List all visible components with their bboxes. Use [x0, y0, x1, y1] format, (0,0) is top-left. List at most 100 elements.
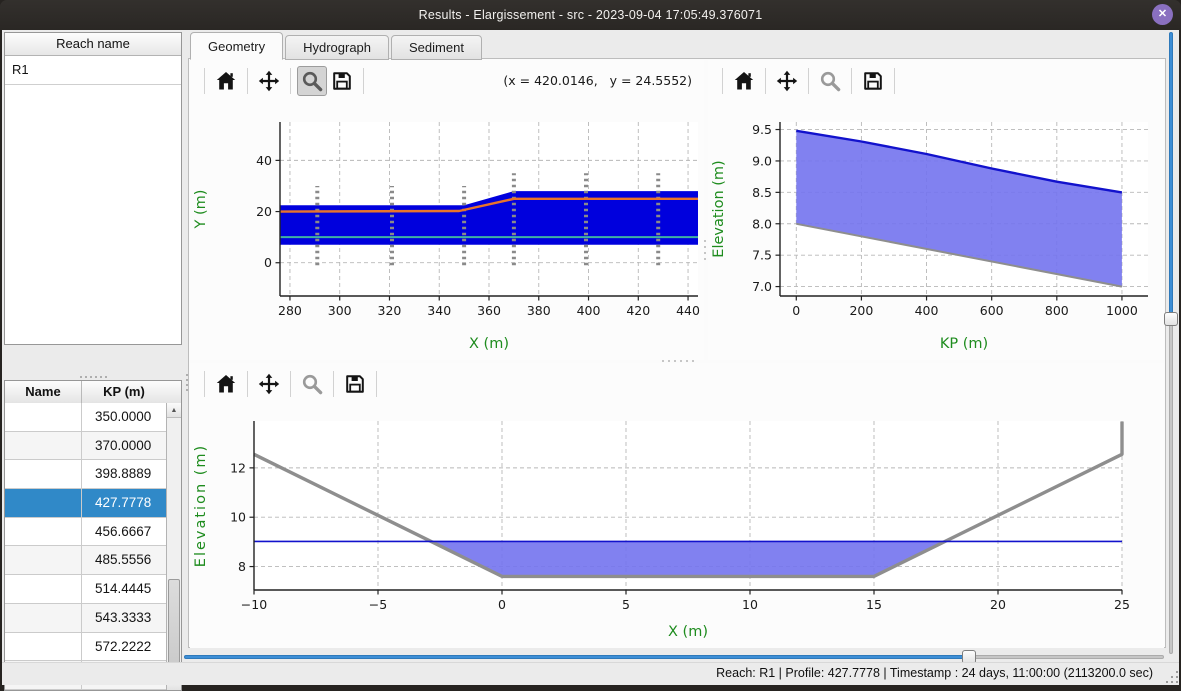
svg-text:0: 0 [264, 255, 272, 270]
table-row[interactable]: 350.0000 [5, 403, 166, 432]
pan-button[interactable] [254, 66, 284, 96]
cursor-coordinates: (x = 420.0146, y = 24.5552) [503, 60, 692, 102]
name-cell[interactable] [5, 460, 82, 488]
save-button[interactable] [858, 66, 888, 96]
name-cell[interactable] [5, 604, 82, 632]
kp-cell[interactable]: 543.3333 [82, 604, 166, 632]
svg-text:9.5: 9.5 [752, 122, 772, 137]
x-axis-label: KP (m) [940, 336, 988, 352]
plan-view-canvas[interactable]: 28030032034036038040042044002040X (m)Y (… [190, 102, 704, 358]
table-row[interactable]: 427.7778 [5, 489, 166, 518]
svg-text:1000: 1000 [1106, 303, 1138, 318]
svg-text:600: 600 [980, 303, 1004, 318]
kp-cell[interactable]: 427.7778 [82, 489, 166, 517]
profile-toolbar [708, 60, 1164, 102]
profile-table-scrollbar[interactable]: ▲ ▼ [166, 403, 181, 690]
long-profile-canvas[interactable]: 020040060080010007.07.58.08.59.09.5KP (m… [708, 102, 1162, 358]
resize-grip[interactable] [1166, 671, 1178, 683]
home-button[interactable] [211, 66, 241, 96]
zoom-button[interactable] [815, 66, 845, 96]
profile-slider-handle[interactable] [1164, 312, 1178, 326]
name-cell[interactable] [5, 518, 82, 546]
svg-text:9.0: 9.0 [752, 153, 772, 168]
svg-text:360: 360 [477, 303, 501, 318]
zoom-button[interactable] [297, 66, 327, 96]
cross-section-canvas[interactable]: −10−5051015202581012X (m)Elevation (m) [190, 405, 1162, 646]
kp-cell[interactable]: 350.0000 [82, 403, 166, 431]
profile-slider[interactable] [1164, 32, 1178, 654]
column-header-name[interactable]: Name [5, 381, 82, 403]
svg-text:25: 25 [1114, 597, 1130, 612]
y-axis-label: Elevation (m) [711, 160, 727, 257]
svg-text:7.0: 7.0 [752, 279, 772, 294]
tab-sediment[interactable]: Sediment [391, 35, 482, 60]
tab-hydrograph[interactable]: Hydrograph [285, 35, 389, 60]
plan-view-figure: (x = 420.0146, y = 24.5552) 280300320340… [190, 60, 704, 360]
reach-list-item-r1[interactable]: R1 [5, 56, 181, 85]
zoom-button[interactable] [297, 369, 327, 399]
svg-text:8: 8 [238, 559, 246, 574]
status-text: Reach: R1 | Profile: 427.7778 | Timestam… [716, 663, 1153, 684]
x-axis-label: X (m) [469, 336, 509, 352]
timestamp-slider-empty-track[interactable] [969, 655, 1164, 659]
svg-text:12: 12 [230, 460, 246, 475]
svg-text:380: 380 [527, 303, 551, 318]
svg-text:400: 400 [577, 303, 601, 318]
table-row[interactable]: 572.2222 [5, 633, 166, 662]
svg-text:200: 200 [849, 303, 873, 318]
save-button[interactable] [340, 369, 370, 399]
svg-text:280: 280 [278, 303, 302, 318]
kp-cell[interactable]: 370.0000 [82, 432, 166, 460]
profile-table-header: Name KP (m) [5, 381, 181, 404]
svg-text:10: 10 [230, 510, 246, 525]
svg-text:−10: −10 [241, 597, 267, 612]
window-close-button[interactable]: ✕ [1152, 4, 1173, 25]
name-cell[interactable] [5, 403, 82, 431]
name-cell[interactable] [5, 575, 82, 603]
reach-list-header: Reach name [5, 33, 181, 56]
name-cell[interactable] [5, 432, 82, 460]
kp-cell[interactable]: 456.6667 [82, 518, 166, 546]
svg-text:0: 0 [792, 303, 800, 318]
name-cell[interactable] [5, 546, 82, 574]
profile-slider-filled-track[interactable] [1169, 32, 1173, 319]
kp-cell[interactable]: 572.2222 [82, 633, 166, 661]
column-header-kp[interactable]: KP (m) [82, 381, 166, 403]
kp-cell[interactable]: 398.8889 [82, 460, 166, 488]
home-button[interactable] [211, 369, 241, 399]
scrollbar-up-arrow-icon[interactable]: ▲ [167, 403, 181, 418]
window-content: Reach name R1 Name KP (m) 350.0000370.00… [2, 30, 1179, 684]
save-button[interactable] [327, 66, 357, 96]
table-row[interactable]: 514.4445 [5, 575, 166, 604]
plan-toolbar: (x = 420.0146, y = 24.5552) [190, 60, 704, 102]
tab-geometry[interactable]: Geometry [190, 32, 283, 60]
timestamp-slider-filled-track[interactable] [184, 655, 969, 659]
figure-splitter-vertical[interactable] [703, 240, 707, 286]
svg-text:−5: −5 [369, 597, 387, 612]
figure-splitter-horizontal[interactable] [662, 359, 718, 363]
name-cell[interactable] [5, 489, 82, 517]
svg-text:340: 340 [427, 303, 451, 318]
svg-text:20: 20 [990, 597, 1006, 612]
table-row[interactable]: 543.3333 [5, 604, 166, 633]
table-row[interactable]: 456.6667 [5, 518, 166, 547]
sidebar-splitter-handle[interactable] [68, 374, 118, 379]
table-row[interactable]: 398.8889 [5, 460, 166, 489]
cross-section-toolbar [190, 363, 1164, 405]
y-axis-label: Elevation (m) [193, 444, 209, 567]
table-row[interactable]: 370.0000 [5, 432, 166, 461]
pan-button[interactable] [254, 369, 284, 399]
status-bar: Reach: R1 | Profile: 427.7778 | Timestam… [2, 662, 1179, 685]
profile-slider-empty-track[interactable] [1169, 319, 1173, 654]
pan-button[interactable] [772, 66, 802, 96]
table-row[interactable]: 485.5556 [5, 546, 166, 575]
svg-text:320: 320 [378, 303, 402, 318]
svg-text:15: 15 [866, 597, 882, 612]
kp-cell[interactable]: 514.4445 [82, 575, 166, 603]
name-cell[interactable] [5, 633, 82, 661]
home-button[interactable] [729, 66, 759, 96]
x-axis-label: X (m) [668, 624, 708, 640]
kp-cell[interactable]: 485.5556 [82, 546, 166, 574]
svg-text:8.0: 8.0 [752, 216, 772, 231]
tab-bar: GeometryHydrographSediment [190, 32, 484, 60]
